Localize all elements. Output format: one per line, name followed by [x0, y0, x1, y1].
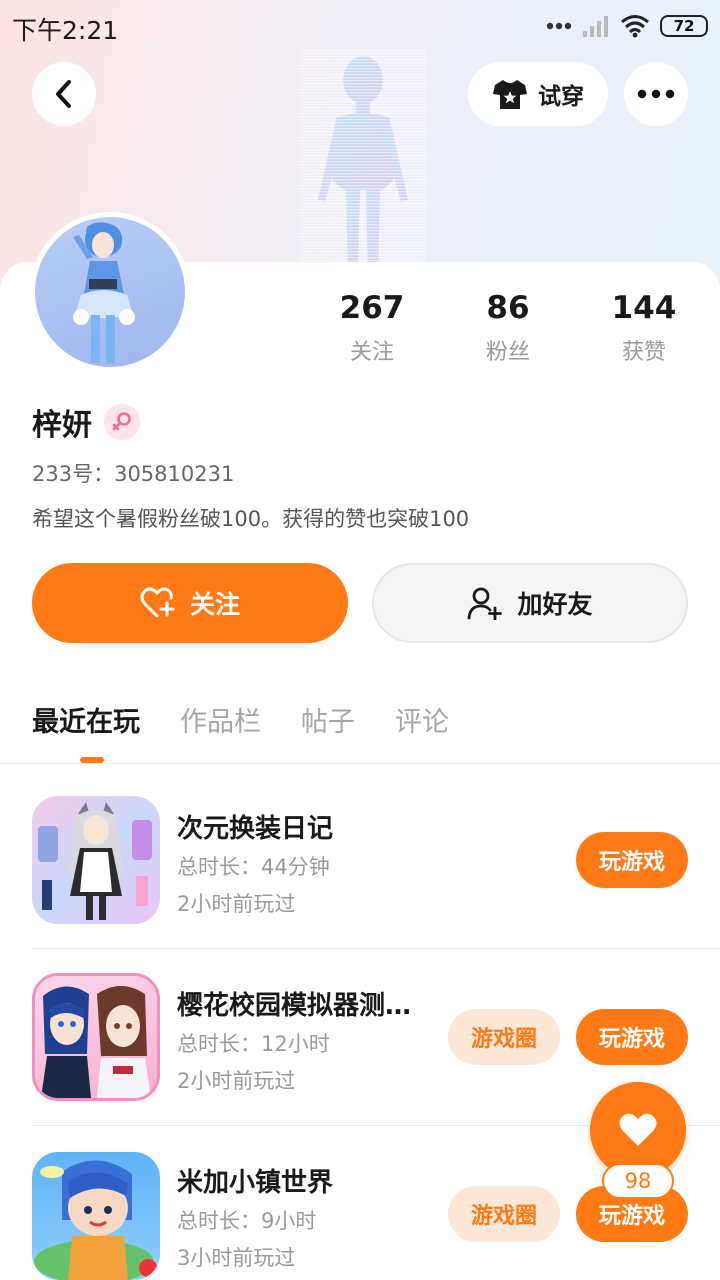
game-title[interactable]: 次元换装日记: [177, 808, 333, 845]
user-bio: 希望这个暑假粉丝破100。获得的赞也突破100: [32, 507, 470, 531]
add-friend-label: 加好友: [517, 590, 593, 619]
stat-label: 获赞: [621, 340, 666, 365]
game-icon-miga-town-world[interactable]: [32, 1152, 160, 1280]
user-id: 233号：305810231: [32, 462, 235, 486]
try-on-button[interactable]: 试穿: [468, 62, 608, 126]
status-bar: 下午2:21 72: [0, 0, 720, 52]
add-user-icon: [468, 587, 503, 620]
battery-indicator: 72: [660, 15, 708, 37]
game-circle-button[interactable]: 游戏圈: [448, 1009, 560, 1065]
game-title[interactable]: 樱花校园模拟器测试版: [177, 985, 427, 1022]
female-gender-icon: [104, 404, 140, 440]
username: 梓妍: [32, 408, 92, 443]
avatar-figure-hologram: [300, 50, 426, 280]
game-title[interactable]: 米加小镇世界: [177, 1162, 333, 1199]
game-icon-sakura-school-sim[interactable]: [32, 973, 160, 1101]
stat-value: 267: [339, 290, 405, 326]
stat-likes[interactable]: 144 获赞: [584, 290, 704, 366]
game-total-duration: 总时长：44分钟: [177, 855, 330, 879]
like-count-badge: 98: [602, 1163, 674, 1199]
stat-following[interactable]: 267 关注: [312, 290, 432, 366]
status-icons: 72: [546, 12, 708, 40]
status-time: 下午2:21: [12, 16, 119, 45]
row-divider: [32, 948, 720, 949]
game-total-duration: 总时长：9小时: [177, 1209, 317, 1233]
stat-label: 关注: [349, 340, 394, 365]
game-total-duration: 总时长：12小时: [177, 1032, 330, 1056]
tabs-divider: [0, 763, 720, 764]
play-game-button[interactable]: 玩游戏: [576, 1009, 688, 1065]
stat-fans[interactable]: 86 粉丝: [448, 290, 568, 366]
game-circle-button[interactable]: 游戏圈: [448, 1186, 560, 1242]
avatar[interactable]: [30, 212, 190, 372]
add-friend-button[interactable]: 加好友: [372, 563, 688, 643]
profile-tabs: 最近在玩 作品栏 帖子 评论: [32, 700, 449, 739]
wifi-icon: [621, 15, 649, 38]
game-last-played: 2小时前玩过: [177, 892, 296, 916]
try-on-label: 试穿: [538, 84, 584, 110]
game-last-played: 3小时前玩过: [177, 1246, 296, 1270]
tab-posts[interactable]: 帖子: [301, 700, 355, 739]
tab-recently-played[interactable]: 最近在玩: [32, 700, 140, 739]
game-icon-dress-up-diary[interactable]: [32, 796, 160, 924]
heart-icon: [619, 1113, 657, 1146]
chevron-left-icon: [56, 80, 71, 108]
more-dots-icon: [637, 89, 675, 99]
tab-works[interactable]: 作品栏: [180, 700, 261, 739]
game-last-played: 2小时前玩过: [177, 1069, 296, 1093]
tab-comments[interactable]: 评论: [395, 700, 449, 739]
signal-dots-icon: [546, 22, 572, 30]
follow-label: 关注: [189, 590, 240, 619]
stat-label: 粉丝: [485, 340, 530, 365]
cellular-signal-icon: [583, 16, 608, 37]
stat-value: 144: [611, 290, 677, 326]
follow-button[interactable]: 关注: [32, 563, 348, 643]
game-list-item[interactable]: 次元换装日记 总时长：44分钟 2小时前玩过 玩游戏: [0, 780, 720, 956]
back-button[interactable]: [32, 62, 96, 126]
heart-plus-icon: [140, 587, 175, 618]
shirt-star-icon: [493, 80, 527, 109]
play-game-button[interactable]: 玩游戏: [576, 832, 688, 888]
stat-value: 86: [486, 290, 530, 326]
avatar-character-image: [73, 222, 135, 363]
username-row: 梓妍: [32, 400, 140, 444]
more-options-button[interactable]: [624, 62, 688, 126]
